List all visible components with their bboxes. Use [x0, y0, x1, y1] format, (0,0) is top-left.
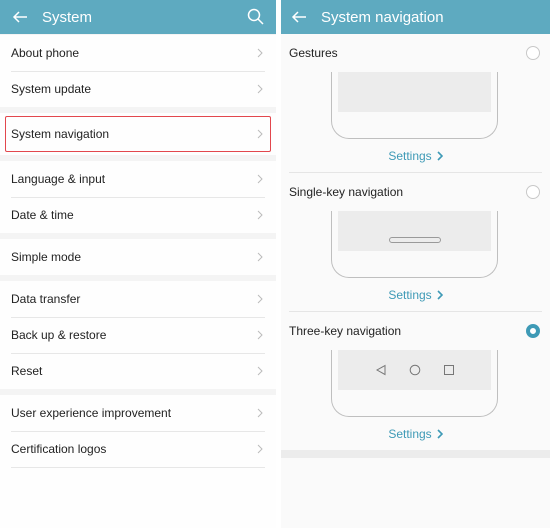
menu-item-data-transfer[interactable]: Data transfer	[0, 281, 276, 317]
menu-item-label: About phone	[11, 46, 80, 60]
settings-group: User experience improvement Certificatio…	[0, 395, 276, 528]
option-label: Gestures	[289, 46, 338, 60]
menu-item-label: Data transfer	[11, 292, 81, 306]
chevron-right-icon	[257, 48, 263, 58]
preview-screen	[338, 211, 491, 251]
system-navigation-screen: System navigation Gestures Settings Sing…	[281, 0, 550, 528]
chevron-right-icon	[437, 289, 443, 300]
preview-screen	[338, 72, 491, 112]
settings-link-gestures[interactable]: Settings	[281, 139, 550, 172]
chevron-right-icon	[257, 129, 263, 139]
option-label: Three-key navigation	[289, 324, 402, 338]
chevron-right-icon	[257, 174, 263, 184]
nav-pill-icon	[388, 237, 441, 243]
chevron-right-icon	[257, 408, 263, 418]
menu-item-backup-restore[interactable]: Back up & restore	[0, 317, 276, 353]
settings-label: Settings	[388, 287, 432, 302]
menu-item-label: User experience improvement	[11, 406, 172, 420]
chevron-right-icon	[257, 366, 263, 376]
menu-item-label: Back up & restore	[11, 328, 107, 342]
nav-option-three-key[interactable]: Three-key navigation Settings	[281, 312, 550, 450]
settings-group: System navigation	[0, 113, 276, 155]
divider	[11, 467, 265, 468]
menu-item-about-phone[interactable]: About phone	[0, 35, 276, 71]
chevron-right-icon	[257, 330, 263, 340]
page-title: System	[42, 8, 93, 26]
menu-item-reset[interactable]: Reset	[0, 353, 276, 389]
preview-screen	[338, 350, 491, 390]
menu-item-label: Language & input	[11, 172, 106, 186]
menu-item-label: System update	[11, 82, 92, 96]
settings-group: Language & input Date & time	[0, 161, 276, 233]
radio-gestures[interactable]	[526, 46, 540, 60]
menu-item-system-update[interactable]: System update	[0, 71, 276, 107]
menu-item-label: System navigation	[11, 127, 110, 141]
settings-group: Simple mode	[0, 239, 276, 275]
app-bar: System	[0, 0, 276, 34]
settings-group: About phone System update	[0, 35, 276, 107]
chevron-right-icon	[257, 294, 263, 304]
page-title: System navigation	[321, 8, 444, 26]
chevron-right-icon	[437, 428, 443, 439]
chevron-right-icon	[257, 252, 263, 262]
arrow-left-icon[interactable]	[12, 9, 28, 25]
menu-item-date-time[interactable]: Date & time	[0, 197, 276, 233]
chevron-right-icon	[257, 444, 263, 454]
phone-preview-gestures	[331, 72, 498, 139]
settings-group: Data transfer Back up & restore Reset	[0, 281, 276, 389]
arrow-left-icon[interactable]	[291, 9, 307, 25]
system-settings-screen: System About phone System update System …	[0, 0, 276, 528]
nav-option-gestures[interactable]: Gestures Settings	[281, 34, 550, 173]
menu-item-simple-mode[interactable]: Simple mode	[0, 239, 276, 275]
phone-preview-single-key	[331, 211, 498, 278]
menu-item-certification-logos[interactable]: Certification logos	[0, 431, 276, 467]
settings-label: Settings	[388, 148, 432, 163]
chevron-right-icon	[257, 84, 263, 94]
recents-square-icon	[443, 365, 454, 375]
menu-item-user-experience[interactable]: User experience improvement	[0, 395, 276, 431]
radio-three-key[interactable]	[526, 324, 540, 338]
settings-link-single-key[interactable]: Settings	[281, 278, 550, 311]
search-icon[interactable]	[247, 8, 264, 25]
settings-label: Settings	[388, 426, 432, 441]
home-circle-icon	[409, 364, 420, 376]
menu-item-system-navigation[interactable]: System navigation	[0, 113, 276, 155]
phone-preview-three-key	[331, 350, 498, 417]
menu-item-label: Certification logos	[11, 442, 107, 456]
divider	[281, 450, 550, 458]
app-bar: System navigation	[281, 0, 550, 34]
nav-option-single-key[interactable]: Single-key navigation Settings	[281, 173, 550, 312]
menu-item-label: Date & time	[11, 208, 74, 222]
menu-item-label: Simple mode	[11, 250, 82, 264]
settings-link-three-key[interactable]: Settings	[281, 417, 550, 450]
menu-item-language-input[interactable]: Language & input	[0, 161, 276, 197]
back-triangle-icon	[375, 364, 385, 376]
option-label: Single-key navigation	[289, 185, 404, 199]
chevron-right-icon	[257, 210, 263, 220]
chevron-right-icon	[437, 150, 443, 161]
radio-single-key[interactable]	[526, 185, 540, 199]
menu-item-label: Reset	[11, 364, 43, 378]
